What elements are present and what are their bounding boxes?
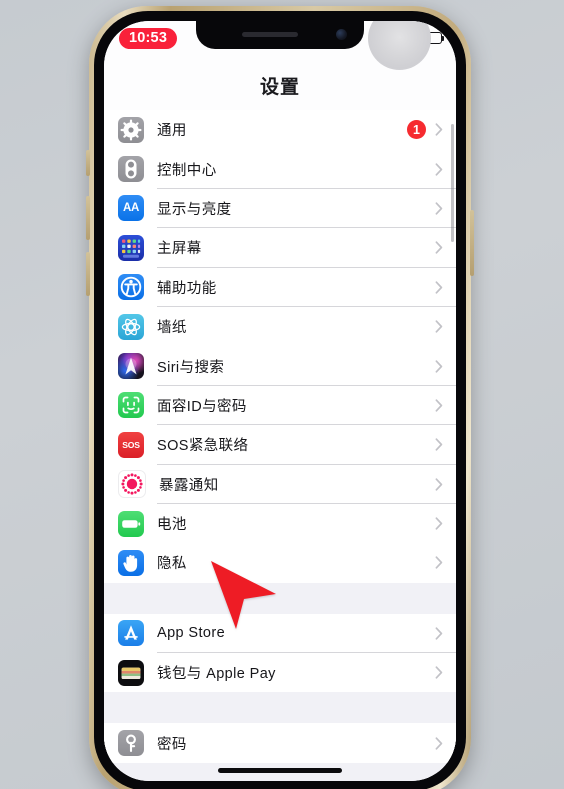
chevron-right-icon [435, 627, 443, 640]
settings-row-label: SOS紧急联络 [157, 438, 249, 455]
sos-icon: SOS [118, 431, 144, 458]
settings-row[interactable]: 墙纸 [104, 306, 456, 347]
siri-icon [118, 353, 144, 380]
settings-row-label: 电池 [157, 517, 187, 534]
earpiece-speaker [242, 32, 298, 37]
settings-row-label: 面容ID与密码 [157, 398, 247, 415]
exposure-notification-icon [118, 470, 146, 499]
phone-screen: 10:53 设置 通用 1 控制中心 AA 显示与亮度 主屏幕 辅助功能 墙纸 … [104, 21, 456, 781]
settings-row[interactable]: Siri与搜索 [104, 346, 456, 386]
face-id-icon [118, 392, 144, 419]
chevron-right-icon [435, 478, 443, 491]
settings-row-label: 主屏幕 [157, 241, 202, 258]
power-button[interactable] [470, 210, 474, 276]
chevron-right-icon [435, 438, 443, 451]
volume-up-button[interactable] [86, 196, 90, 240]
chevron-right-icon [435, 202, 443, 215]
privacy-hand-icon [118, 549, 144, 576]
app-store-icon [118, 620, 144, 647]
scrollbar[interactable] [450, 124, 454, 242]
chevron-right-icon [435, 399, 443, 412]
password-key-icon [118, 730, 144, 757]
settings-row[interactable]: 电池 [104, 503, 456, 544]
settings-row-label: 通用 [157, 123, 187, 140]
device-notch [196, 21, 364, 49]
chevron-right-icon [435, 556, 443, 570]
status-time: 10:53 [119, 28, 178, 49]
settings-row[interactable]: 控制中心 [104, 149, 456, 189]
front-camera-icon [336, 29, 347, 40]
settings-row-label: 钱包与 Apple Pay [157, 666, 276, 683]
wallet-icon [118, 659, 144, 686]
chevron-right-icon [435, 241, 443, 255]
group-store: App Store 钱包与 Apple Pay [104, 613, 456, 693]
settings-row-label: Siri与搜索 [157, 359, 225, 376]
page-title: 设置 [259, 77, 300, 98]
chevron-right-icon [435, 281, 443, 294]
settings-row[interactable]: App Store [104, 613, 456, 654]
home-indicator[interactable] [218, 768, 342, 773]
home-screen-icon [118, 234, 144, 261]
settings-row[interactable]: 隐私 [104, 543, 456, 583]
settings-row[interactable]: 通用 1 [104, 110, 456, 150]
notification-badge: 1 [407, 120, 426, 140]
display-brightness-icon: AA [118, 195, 144, 222]
settings-row-label: App Store [157, 625, 226, 642]
group-system: 通用 1 控制中心 AA 显示与亮度 主屏幕 辅助功能 墙纸 Siri与搜索 面… [104, 110, 456, 583]
settings-row-label: 控制中心 [157, 162, 217, 179]
chevron-right-icon [435, 162, 443, 176]
settings-row-label: 密码 [157, 736, 187, 753]
wallpaper-icon [118, 313, 144, 340]
group-separator [104, 692, 456, 724]
settings-row[interactable]: AA 显示与亮度 [104, 188, 456, 229]
group-passwords: 密码 [104, 723, 456, 763]
battery-settings-icon [118, 510, 144, 537]
accessibility-icon [118, 274, 144, 301]
chevron-right-icon [435, 320, 443, 333]
settings-row-label: 墙纸 [157, 320, 187, 337]
settings-row-label: 辅助功能 [157, 280, 217, 297]
settings-row[interactable]: 钱包与 Apple Pay [104, 653, 456, 693]
chevron-right-icon [435, 517, 443, 530]
gear-icon [118, 116, 144, 143]
settings-row[interactable]: 密码 [104, 723, 456, 763]
settings-row[interactable]: SOS SOS紧急联络 [104, 425, 456, 465]
settings-row[interactable]: 面容ID与密码 [104, 385, 456, 426]
settings-list[interactable]: 通用 1 控制中心 AA 显示与亮度 主屏幕 辅助功能 墙纸 Siri与搜索 面… [104, 110, 456, 781]
chevron-right-icon [435, 359, 443, 373]
group-separator [104, 582, 456, 614]
settings-row-label: 暴露通知 [159, 477, 219, 494]
settings-row-label: 显示与亮度 [157, 201, 232, 218]
settings-row-label: 隐私 [157, 556, 187, 573]
chevron-right-icon [435, 666, 443, 679]
settings-row[interactable]: 辅助功能 [104, 267, 456, 307]
mute-switch[interactable] [86, 150, 90, 176]
settings-row[interactable]: 主屏幕 [104, 228, 456, 268]
control-center-icon [118, 156, 144, 183]
chevron-right-icon [435, 123, 443, 136]
chevron-right-icon [435, 737, 443, 750]
settings-row[interactable]: 暴露通知 [104, 464, 456, 504]
volume-down-button[interactable] [86, 252, 90, 296]
screenshot-stage: 10:53 设置 通用 1 控制中心 AA 显示与亮度 主屏幕 辅助功能 墙纸 … [0, 0, 564, 789]
